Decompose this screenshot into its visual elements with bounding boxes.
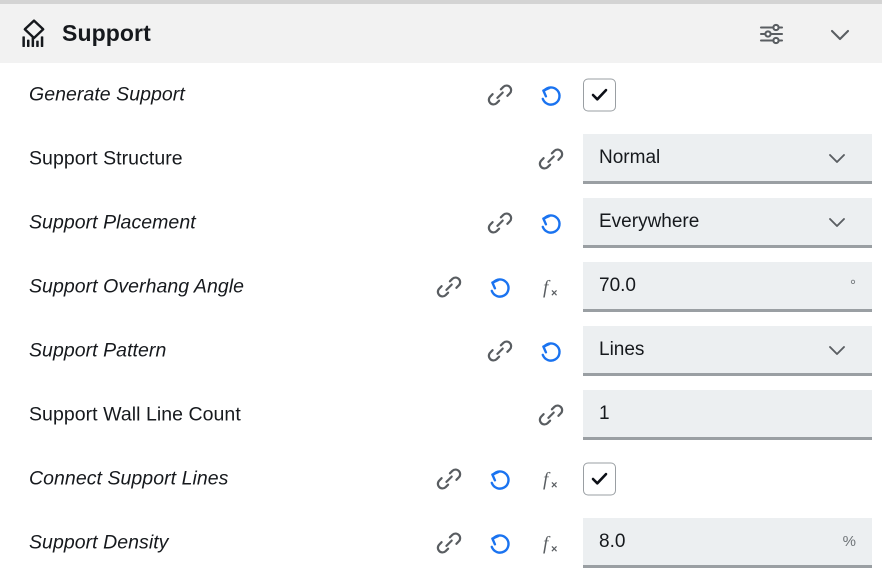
setting-value-cell: 70.0 ° [583, 262, 872, 312]
svg-text:f: f [543, 534, 551, 555]
setting-row: Support Structure Normal [0, 127, 882, 191]
setting-label: Support Structure [29, 147, 183, 170]
svg-text:f: f [543, 278, 551, 299]
checkmark-icon [590, 470, 609, 489]
setting-label: Connect Support Lines [29, 467, 229, 490]
row-icon-cluster [485, 75, 566, 115]
chevron-down-icon[interactable] [826, 147, 858, 169]
formula-fx-icon[interactable]: f × [536, 270, 566, 304]
checkmark-icon [590, 86, 609, 105]
formula-fx-icon[interactable]: f × [536, 526, 566, 560]
revert-icon[interactable] [536, 78, 566, 112]
support-settings-panel: Support Generate Support Support Structu… [0, 0, 882, 571]
row-icon-cluster [536, 395, 566, 435]
support-structure-icon [17, 17, 51, 51]
setting-value-text: 1 [599, 402, 610, 424]
setting-dropdown[interactable]: Everywhere [583, 198, 872, 248]
svg-text:×: × [551, 288, 557, 300]
setting-label: Support Density [29, 531, 169, 554]
chevron-down-icon[interactable] [820, 14, 860, 54]
svg-text:×: × [551, 480, 557, 492]
setting-label: Support Wall Line Count [29, 403, 241, 426]
setting-label: Support Placement [29, 211, 196, 234]
link-icon[interactable] [536, 398, 566, 432]
svg-text:×: × [551, 544, 557, 556]
setting-row: Support Placement Everywhere [0, 191, 882, 255]
setting-text-input[interactable]: 8.0% [583, 518, 872, 568]
chevron-down-icon[interactable] [826, 339, 858, 361]
link-icon[interactable] [536, 142, 566, 176]
formula-fx-icon[interactable]: f × [536, 462, 566, 496]
revert-icon[interactable] [485, 526, 515, 560]
setting-label: Support Pattern [29, 339, 167, 362]
settings-rows: Generate Support Support Structure Normal S… [0, 63, 882, 571]
setting-value-cell [583, 78, 872, 112]
row-icon-cluster [536, 139, 566, 179]
setting-value-cell: Lines [583, 326, 872, 376]
link-icon[interactable] [434, 462, 464, 496]
setting-checkbox[interactable] [583, 462, 616, 496]
setting-checkbox[interactable] [583, 78, 616, 112]
chevron-down-icon[interactable] [826, 211, 858, 233]
revert-icon[interactable] [485, 462, 515, 496]
setting-value-text: Everywhere [599, 210, 700, 232]
setting-text-input[interactable]: 70.0 ° [583, 262, 872, 312]
revert-icon[interactable] [485, 270, 515, 304]
setting-value-cell: Everywhere [583, 198, 872, 248]
link-icon[interactable] [485, 206, 515, 240]
page-title: Support [62, 20, 151, 46]
row-icon-cluster: f × [434, 523, 566, 563]
setting-value-cell: Normal [583, 134, 872, 184]
setting-row: Support Density f × 8.0% [0, 511, 882, 571]
setting-label: Generate Support [29, 83, 185, 106]
revert-icon[interactable] [536, 334, 566, 368]
link-icon[interactable] [434, 526, 464, 560]
setting-row: Support Pattern Lines [0, 319, 882, 383]
setting-value-text: 8.0 [599, 530, 626, 552]
setting-label: Support Overhang Angle [29, 275, 245, 298]
row-icon-cluster [485, 203, 566, 243]
row-icon-cluster [485, 331, 566, 371]
setting-value-text: Lines [599, 338, 645, 360]
row-icon-cluster: f × [434, 459, 566, 499]
setting-dropdown[interactable]: Normal [583, 134, 872, 184]
svg-text:f: f [543, 470, 551, 491]
link-icon[interactable] [485, 78, 515, 112]
link-icon[interactable] [434, 270, 464, 304]
link-icon[interactable] [485, 334, 515, 368]
setting-value-text: 70.0 [599, 274, 636, 296]
setting-value-cell [583, 462, 872, 496]
setting-value-cell: 1 [583, 390, 872, 440]
revert-icon[interactable] [536, 206, 566, 240]
setting-dropdown[interactable]: Lines [583, 326, 872, 376]
setting-text-input[interactable]: 1 [583, 390, 872, 440]
setting-row: Support Wall Line Count 1 [0, 383, 882, 447]
setting-row: Generate Support [0, 63, 882, 127]
panel-header[interactable]: Support [0, 4, 882, 63]
setting-value-text: Normal [599, 146, 661, 168]
row-icon-cluster: f × [434, 267, 566, 307]
setting-row: Support Overhang Angle f × 70.0 ° [0, 255, 882, 319]
sliders-icon[interactable] [752, 14, 792, 54]
setting-row: Connect Support Lines f × [0, 447, 882, 511]
setting-unit-label: ° [850, 277, 856, 294]
setting-unit-label: % [842, 533, 856, 550]
setting-value-cell: 8.0% [583, 518, 872, 568]
